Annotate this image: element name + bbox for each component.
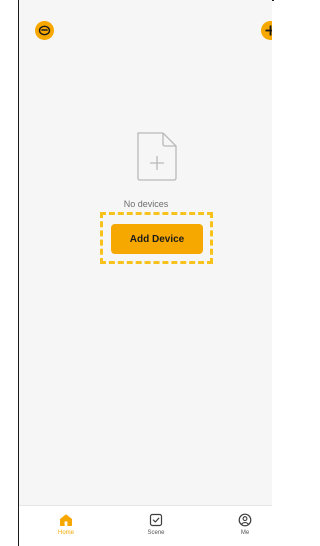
add-device-button[interactable]: Add Device bbox=[111, 224, 203, 254]
empty-document-icon bbox=[137, 132, 177, 181]
app-screen: No devices Add Device Home Scene Me bbox=[18, 0, 272, 546]
tab-scene-label: Scene bbox=[147, 530, 165, 536]
home-icon bbox=[60, 514, 72, 526]
smiley-face-icon bbox=[38, 25, 51, 36]
tab-scene[interactable]: Scene bbox=[131, 512, 181, 546]
tab-home-label: Home bbox=[57, 530, 74, 536]
add-button[interactable] bbox=[261, 21, 272, 40]
tab-home[interactable]: Home bbox=[41, 512, 91, 546]
checkbox-icon bbox=[149, 513, 163, 527]
tab-me[interactable]: Me bbox=[220, 512, 270, 546]
no-devices-label: No devices bbox=[123, 199, 169, 209]
plus-icon bbox=[265, 25, 272, 36]
profile-icon bbox=[238, 513, 252, 527]
avatar-button[interactable] bbox=[35, 21, 54, 40]
tab-me-label: Me bbox=[240, 530, 250, 536]
bottom-tab-bar: Home Scene Me bbox=[19, 505, 272, 546]
